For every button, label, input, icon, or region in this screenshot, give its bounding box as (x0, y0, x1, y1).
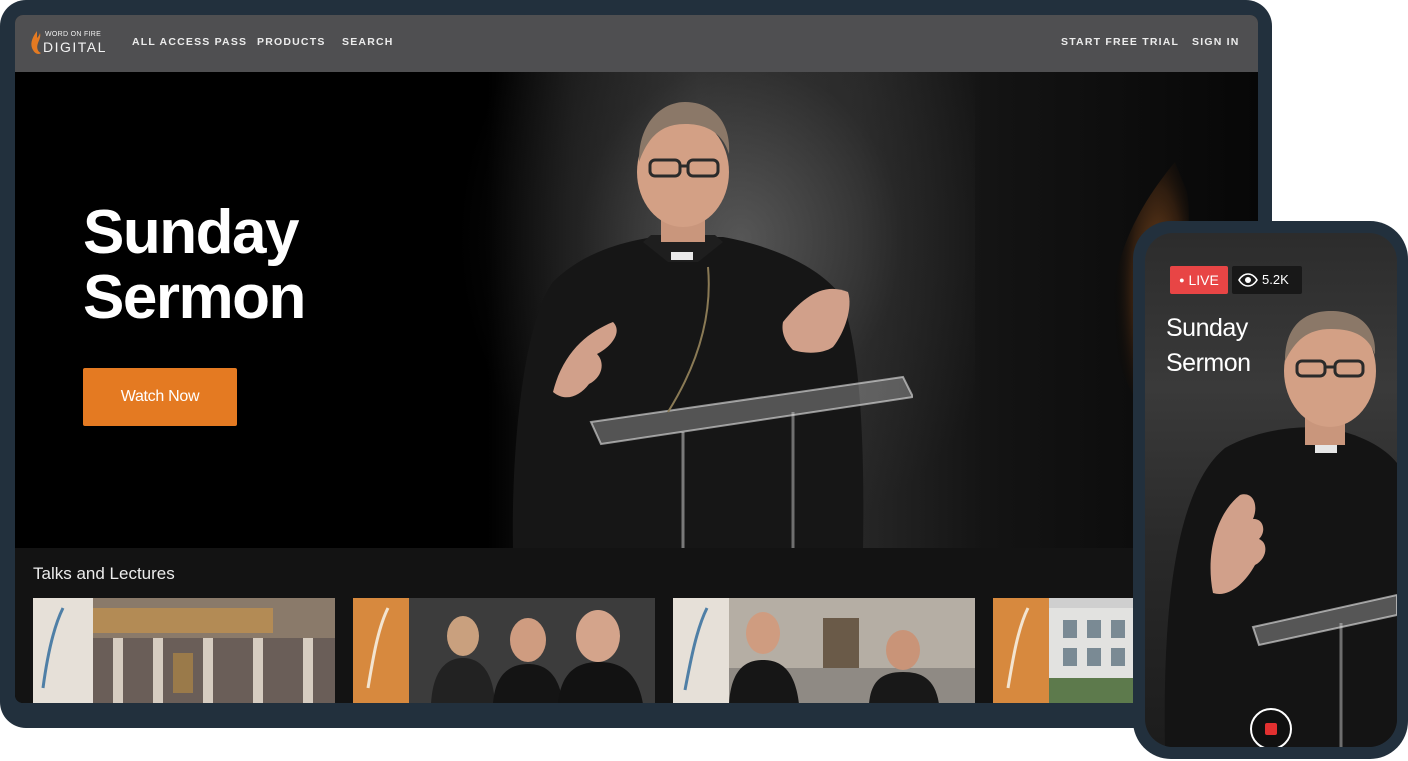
live-badge: ● LIVE (1170, 266, 1228, 294)
brand-logo[interactable]: WORD ON FIRE DIGITAL (29, 27, 109, 61)
thumbnail-synod-panel[interactable] (353, 598, 655, 703)
phone-stream-title: Sunday Sermon (1166, 314, 1251, 377)
tablet-device: WORD ON FIRE DIGITAL ALL ACCESS PASS PRO… (0, 0, 1272, 728)
nav-products[interactable]: PRODUCTS (257, 36, 326, 48)
nav-sign-in[interactable]: SIGN IN (1192, 36, 1240, 48)
nav-all-access-pass[interactable]: ALL ACCESS PASS (132, 36, 247, 48)
nav-start-free-trial[interactable]: START FREE TRIAL (1061, 36, 1179, 48)
top-navbar: WORD ON FIRE DIGITAL ALL ACCESS PASS PRO… (15, 15, 1258, 72)
speaker-at-podium-image (512, 102, 913, 548)
synod-panel-image (353, 598, 655, 703)
nav-search[interactable]: SEARCH (342, 36, 394, 48)
stop-record-icon (1265, 723, 1277, 735)
tablet-screen: WORD ON FIRE DIGITAL ALL ACCESS PASS PRO… (15, 15, 1258, 703)
viewer-count: 5.2K (1262, 272, 1289, 287)
logo-wordmark-bottom: DIGITAL (43, 39, 107, 55)
stop-recording-button[interactable] (1250, 708, 1292, 747)
thumbnail-synod-courtyard[interactable] (673, 598, 975, 703)
logo-wordmark-top: WORD ON FIRE (45, 31, 102, 38)
viewer-count-badge: 5.2K (1232, 266, 1302, 294)
thumbnail-basilica-interior[interactable] (33, 598, 335, 703)
basilica-interior-image (33, 598, 335, 703)
live-dot-icon: ● (1179, 275, 1185, 285)
rail-title: Talks and Lectures (33, 564, 175, 583)
talks-lectures-rail: Talks and Lectures (15, 548, 1258, 703)
live-label: LIVE (1188, 272, 1219, 288)
hero-banner[interactable]: Sunday Sermon Watch Now (15, 72, 1258, 548)
phone-screen: ● LIVE 5.2K Sunday Sermon (1145, 233, 1397, 747)
watch-now-button[interactable]: Watch Now (83, 368, 237, 426)
hero-title: Sunday Sermon (83, 198, 306, 332)
eye-icon (1238, 273, 1258, 287)
synod-courtyard-image (673, 598, 975, 703)
phone-device: ● LIVE 5.2K Sunday Sermon (1133, 221, 1408, 759)
